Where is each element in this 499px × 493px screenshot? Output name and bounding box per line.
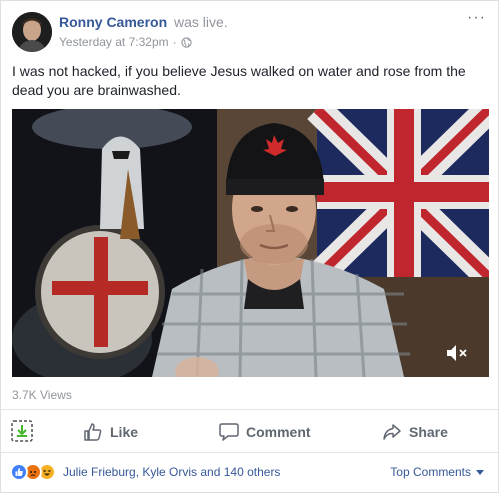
share-label: Share bbox=[409, 424, 448, 440]
top-comments-dropdown[interactable]: Top Comments bbox=[390, 465, 484, 479]
thumbs-up-icon bbox=[84, 423, 102, 441]
chevron-down-icon bbox=[476, 469, 484, 475]
author-avatar[interactable] bbox=[12, 12, 52, 52]
like-label: Like bbox=[110, 424, 139, 440]
author-status: was live. bbox=[174, 14, 228, 30]
reactors-summary-link[interactable]: Julie Frieburg, Kyle Orvis and 140 other… bbox=[63, 465, 280, 479]
globe-icon[interactable] bbox=[181, 36, 192, 48]
meta-separator: · bbox=[172, 35, 177, 49]
save-video-button[interactable] bbox=[11, 420, 33, 442]
feed-post: Ronny Cameron was live. Yesterday at 7:3… bbox=[0, 0, 499, 493]
post-header: Ronny Cameron was live. bbox=[59, 14, 228, 30]
video-view-count: 3.7K Views bbox=[12, 388, 72, 402]
share-arrow-icon bbox=[383, 424, 401, 440]
speaker-muted-icon[interactable] bbox=[445, 343, 469, 363]
comment-bubble-icon bbox=[219, 423, 239, 441]
post-actions-bar: Like Comment Share bbox=[1, 409, 498, 453]
reaction-icons[interactable] bbox=[10, 463, 56, 481]
top-comments-label: Top Comments bbox=[390, 465, 471, 479]
like-button[interactable]: Like bbox=[83, 422, 138, 442]
post-text: I was not hacked, if you believe Jesus w… bbox=[12, 63, 466, 98]
save-download-icon bbox=[11, 420, 33, 442]
video-frame bbox=[12, 109, 489, 377]
comment-label: Comment bbox=[246, 424, 311, 440]
more-options-icon[interactable]: ··· bbox=[467, 10, 486, 26]
comment-button[interactable]: Comment bbox=[219, 422, 311, 442]
like-reaction-icon bbox=[10, 463, 28, 481]
reactions-row: Julie Frieburg, Kyle Orvis and 140 other… bbox=[1, 453, 498, 491]
author-name-link[interactable]: Ronny Cameron bbox=[59, 14, 167, 30]
video-player[interactable] bbox=[12, 109, 489, 377]
post-meta: Yesterday at 7:32pm · bbox=[59, 35, 192, 49]
post-timestamp[interactable]: Yesterday at 7:32pm bbox=[59, 35, 169, 49]
share-button[interactable]: Share bbox=[382, 422, 448, 442]
